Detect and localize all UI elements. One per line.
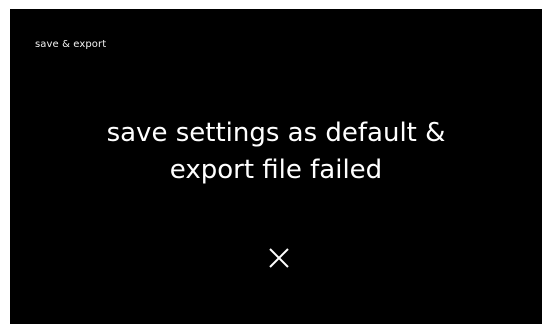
- failure-screen: save & export save settings as default &…: [10, 9, 542, 324]
- close-icon: [269, 248, 289, 268]
- failure-message-line-1: save settings as default &: [106, 118, 446, 148]
- failure-message: save settings as default & export file f…: [10, 115, 542, 189]
- close-button[interactable]: [266, 245, 292, 271]
- screen-title: save & export: [35, 39, 107, 50]
- failure-message-line-2: export file failed: [169, 155, 383, 185]
